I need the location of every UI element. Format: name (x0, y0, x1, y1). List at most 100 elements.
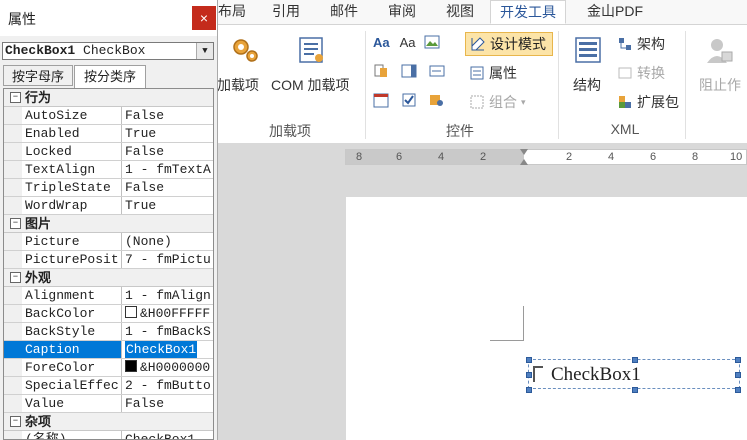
resize-handle[interactable] (526, 387, 532, 393)
transform-button[interactable]: 转换 (617, 63, 665, 83)
property-row[interactable]: (名称) CheckBox1 (4, 431, 213, 439)
resize-handle[interactable] (735, 372, 741, 378)
group-button[interactable]: 组合 ▾ (469, 92, 526, 112)
checkbox-icon (533, 366, 543, 382)
property-row[interactable]: Picture (None) (4, 233, 213, 251)
tab-review[interactable]: 审阅 (381, 0, 423, 24)
expansion-pack-button[interactable]: 扩展包 (617, 92, 679, 112)
structure-button[interactable]: 结构 (569, 33, 609, 93)
property-row[interactable]: TextAlign 1 - fmTextA (4, 161, 213, 179)
block-authors-button[interactable]: 阻止作 ▾ (695, 33, 747, 93)
ruler-number: 2 (566, 151, 573, 163)
property-row[interactable]: Alignment 1 - fmAlign (4, 287, 213, 305)
date-picker-icon[interactable] (373, 92, 389, 108)
object-selector[interactable]: CheckBox1 CheckBox ▼ (2, 42, 214, 60)
tab-categorized[interactable]: 按分类序 (74, 65, 146, 88)
building-block-icon[interactable] (373, 63, 389, 79)
block-authors-label: 阻止作 (699, 77, 741, 93)
legacy-tools-icon[interactable] (429, 92, 445, 108)
com-addins-button[interactable]: COM 加载项 (271, 33, 359, 93)
property-value[interactable]: False (123, 143, 213, 160)
checkbox-control[interactable]: CheckBox1 (526, 357, 741, 393)
property-value[interactable]: &H0000000 (123, 359, 213, 376)
property-key: WordWrap (4, 197, 122, 214)
picture-control-icon[interactable] (424, 34, 440, 50)
property-row[interactable]: SpecialEffec 2 - fmButto (4, 377, 213, 395)
property-row[interactable]: BackColor &H00FFFFF (4, 305, 213, 323)
collapse-icon[interactable]: − (10, 416, 21, 427)
plain-text-control-icon[interactable]: Aa (400, 35, 416, 50)
property-row[interactable]: AutoSize False (4, 107, 213, 125)
property-value[interactable]: &H00FFFFF (123, 305, 213, 322)
tab-developer[interactable]: 开发工具 (490, 0, 566, 24)
property-row[interactable]: PicturePosit 7 - fmPictu (4, 251, 213, 269)
property-value[interactable]: True (123, 197, 213, 214)
property-value[interactable]: 1 - fmAlign (123, 287, 213, 304)
ruler-number: 8 (356, 151, 363, 163)
category-behavior[interactable]: − 行为 (4, 89, 213, 107)
property-row[interactable]: Enabled True (4, 125, 213, 143)
close-button[interactable]: × (192, 6, 216, 30)
indent-marker[interactable] (520, 159, 528, 165)
properties-titlebar[interactable]: 属性 × (0, 0, 217, 36)
property-key: TripleState (4, 179, 122, 196)
chevron-down-icon[interactable]: ▼ (196, 43, 213, 59)
property-value[interactable]: False (123, 107, 213, 124)
property-value[interactable]: 1 - fmTextA (123, 161, 213, 178)
resize-handle[interactable] (735, 357, 741, 363)
indent-marker[interactable] (520, 149, 528, 155)
margin-corner-mark (490, 340, 524, 341)
tab-view[interactable]: 视图 (439, 0, 481, 24)
property-row[interactable]: ForeColor &H0000000 (4, 359, 213, 377)
property-value[interactable]: 2 - fmButto (123, 377, 213, 394)
category-misc[interactable]: − 杂项 (4, 413, 213, 431)
tab-wps-pdf[interactable]: 金山PDF (579, 0, 651, 24)
gear-icon (233, 39, 258, 62)
tab-references[interactable]: 引用 (265, 0, 307, 24)
property-value[interactable]: (None) (123, 233, 213, 250)
property-row[interactable]: Locked False (4, 143, 213, 161)
property-grid: − 行为 AutoSize False Enabled True Locked Fals… (3, 88, 214, 440)
schema-button[interactable]: 架构 (617, 34, 665, 54)
tab-mailings[interactable]: 邮件 (323, 0, 365, 24)
collapse-icon[interactable]: − (10, 92, 21, 103)
rich-text-control-icon[interactable]: Aa (373, 35, 390, 50)
category-picture[interactable]: − 图片 (4, 215, 213, 233)
document-page[interactable] (346, 197, 747, 440)
combo-box-icon[interactable] (401, 63, 417, 79)
property-row[interactable]: BackStyle 1 - fmBackS (4, 323, 213, 341)
property-row[interactable]: WordWrap True (4, 197, 213, 215)
addins-button[interactable]: 加载项 (217, 33, 271, 93)
design-mode-button[interactable]: 设计模式 (465, 32, 553, 56)
property-row[interactable]: Value False (4, 395, 213, 413)
property-value[interactable]: 7 - fmPictu (123, 251, 213, 268)
caption-value[interactable]: CheckBox1 (125, 341, 198, 358)
properties-button[interactable]: 属性 (469, 63, 517, 83)
collapse-icon[interactable]: − (10, 218, 21, 229)
tab-layout[interactable]: 布局 (215, 0, 249, 24)
property-key: ForeColor (4, 359, 122, 376)
tab-alphabetic[interactable]: 按字母序 (3, 65, 73, 86)
property-value[interactable]: False (123, 395, 213, 412)
resize-handle[interactable] (632, 357, 638, 363)
resize-handle[interactable] (735, 387, 741, 393)
expansion-pack-label: 扩展包 (637, 94, 679, 110)
property-value[interactable]: True (123, 125, 213, 142)
property-row[interactable]: TripleState False (4, 179, 213, 197)
category-appearance[interactable]: − 外观 (4, 269, 213, 287)
category-label: 图片 (25, 216, 52, 231)
collapse-icon[interactable]: − (10, 272, 21, 283)
dropdown-list-icon[interactable] (429, 63, 445, 79)
property-value[interactable]: CheckBox1 (123, 431, 213, 439)
resize-handle[interactable] (526, 372, 532, 378)
resize-handle[interactable] (632, 387, 638, 393)
property-row-selected[interactable]: Caption CheckBox1 (4, 341, 213, 359)
checkbox-control-icon[interactable] (401, 92, 417, 108)
horizontal-ruler[interactable]: 8 6 4 2 2 4 6 8 10 (345, 149, 747, 165)
object-type: CheckBox (83, 43, 146, 58)
property-value[interactable]: False (123, 179, 213, 196)
forecolor-value: &H0000000 (140, 360, 211, 375)
resize-handle[interactable] (526, 357, 532, 363)
property-value-edit[interactable]: CheckBox1 (123, 341, 213, 358)
property-value[interactable]: 1 - fmBackS (123, 323, 213, 340)
